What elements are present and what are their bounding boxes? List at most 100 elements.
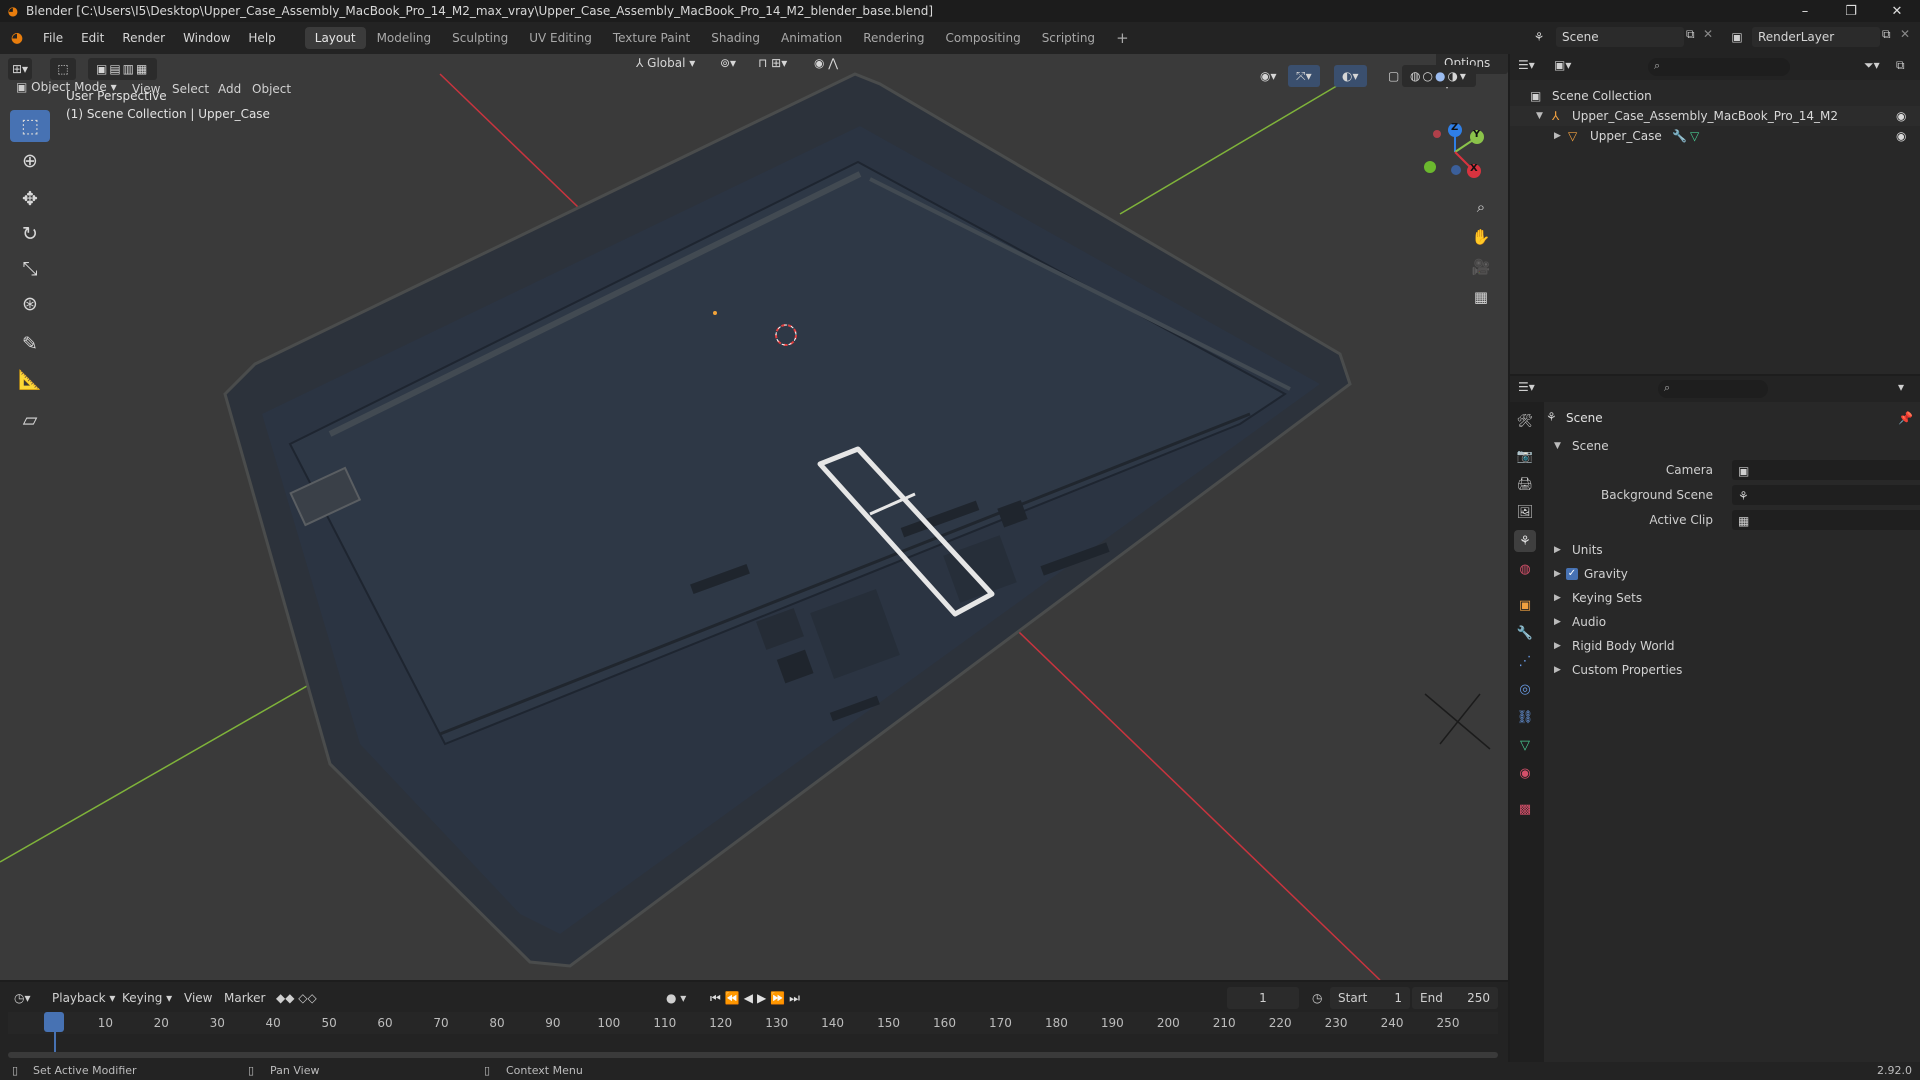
tab-rendering[interactable]: Rendering: [853, 27, 934, 49]
properties-options-icon[interactable]: ▾: [1898, 380, 1904, 394]
playhead[interactable]: [44, 1012, 64, 1032]
texture-tab[interactable]: ▩: [1514, 798, 1536, 820]
visibility-icon[interactable]: ◉▾: [1252, 65, 1285, 87]
record-icon[interactable]: ● ▾: [660, 987, 692, 1009]
visibility-eye-icon[interactable]: ◉: [1896, 106, 1906, 126]
properties-editor-type-icon[interactable]: ☰▾: [1518, 380, 1535, 394]
custom-properties-panel-header[interactable]: ▶ Custom Properties: [1544, 660, 1918, 680]
visibility-eye-icon[interactable]: ◉: [1896, 126, 1906, 146]
keying-menu[interactable]: Keying ▾: [116, 987, 178, 1009]
gizmos-toggle-icon[interactable]: ⤧▾: [1288, 65, 1320, 87]
constraints-tab[interactable]: ⛓: [1514, 706, 1536, 728]
select-box-tool[interactable]: ⬚: [10, 110, 50, 142]
modifiers-tab[interactable]: 🔧: [1514, 622, 1536, 644]
perspective-toggle-button[interactable]: ▦: [1466, 282, 1496, 312]
filter-icon[interactable]: ⏷▾: [1864, 58, 1880, 73]
menu-edit[interactable]: Edit: [72, 22, 113, 54]
transform-orientation[interactable]: ⅄ Global ▾: [628, 54, 703, 74]
overlays-toggle-icon[interactable]: ◐▾: [1334, 65, 1367, 87]
outliner-search-input[interactable]: ⌕: [1648, 58, 1790, 76]
viewport-menu-add[interactable]: Add: [218, 82, 241, 96]
menu-help[interactable]: Help: [239, 22, 284, 54]
viewport-menu-object[interactable]: Object: [252, 82, 291, 96]
gizmo-z-label[interactable]: Z: [1451, 122, 1458, 133]
viewport-menu-select[interactable]: Select: [172, 82, 209, 96]
camera-field[interactable]: ▣ ✒: [1732, 460, 1920, 480]
tool-tab[interactable]: 🛠: [1514, 410, 1536, 432]
timeline-editor-type-icon[interactable]: ◷▾: [8, 987, 37, 1009]
tab-texture-paint[interactable]: Texture Paint: [603, 27, 700, 49]
start-frame-field[interactable]: Start 1: [1330, 987, 1410, 1009]
pin-icon[interactable]: 📌: [1898, 411, 1913, 425]
gizmo-x-label[interactable]: X: [1470, 163, 1478, 174]
world-tab[interactable]: ◍: [1514, 558, 1536, 580]
gizmo-y-label[interactable]: Y: [1473, 129, 1480, 140]
mesh-data-icon[interactable]: ▽: [1690, 126, 1699, 146]
particles-tab[interactable]: ⋰: [1514, 650, 1536, 672]
units-panel-header[interactable]: ▶ Units: [1544, 540, 1918, 560]
expand-arrow-icon[interactable]: ▶: [1554, 126, 1561, 146]
tab-compositing[interactable]: Compositing: [935, 27, 1030, 49]
outliner-row-assembly[interactable]: ▼ ⅄ Upper_Case_Assembly_MacBook_Pro_14_M…: [1510, 106, 1920, 126]
display-mode-icon[interactable]: ▣▾: [1554, 58, 1571, 72]
transform-tool[interactable]: ⊛: [10, 288, 50, 320]
view-layer-tab[interactable]: 🖼: [1514, 501, 1536, 523]
tab-modeling[interactable]: Modeling: [367, 27, 442, 49]
new-collection-icon[interactable]: ⧉: [1896, 58, 1905, 73]
data-tab[interactable]: ▽: [1514, 734, 1536, 756]
tab-sculpting[interactable]: Sculpting: [442, 27, 518, 49]
move-tool[interactable]: ✥: [10, 183, 50, 215]
background-scene-field[interactable]: ⚘: [1732, 485, 1920, 505]
timeline-menu-marker[interactable]: Marker: [218, 987, 271, 1009]
cursor-tool[interactable]: ⊕: [10, 145, 50, 177]
playback-menu[interactable]: Playback ▾: [46, 987, 121, 1009]
physics-tab[interactable]: ◎: [1514, 678, 1536, 700]
gravity-panel-header[interactable]: ▶ ✓ Gravity: [1544, 564, 1918, 584]
close-window-button[interactable]: ✕: [1874, 0, 1920, 22]
blender-menu-icon[interactable]: ◕: [0, 30, 34, 46]
tab-uv-editing[interactable]: UV Editing: [519, 27, 602, 49]
menu-render[interactable]: Render: [113, 22, 174, 54]
3d-viewport[interactable]: Z Y X ⊞▾ ⬚ ▣▤▥▦ ▣ Object Mode ▾ View Sel…: [0, 54, 1508, 980]
properties-search-input[interactable]: ⌕: [1658, 380, 1768, 398]
delete-scene-icon[interactable]: ✕: [1703, 27, 1713, 41]
add-workspace-button[interactable]: +: [1106, 27, 1139, 49]
delete-view-layer-icon[interactable]: ✕: [1900, 27, 1910, 41]
outliner-row-scene-collection[interactable]: ▣ Scene Collection: [1510, 86, 1920, 106]
scale-tool[interactable]: ⤡: [10, 253, 50, 285]
rigid-body-world-panel-header[interactable]: ▶ Rigid Body World: [1544, 636, 1918, 656]
output-tab[interactable]: 🖨: [1514, 473, 1536, 495]
new-view-layer-icon[interactable]: ⧉: [1882, 27, 1891, 42]
menu-window[interactable]: Window: [174, 22, 239, 54]
tab-layout[interactable]: Layout: [304, 27, 366, 49]
menu-file[interactable]: File: [34, 22, 72, 54]
render-tab[interactable]: 📷: [1514, 445, 1536, 467]
pivot-point-icon[interactable]: ⊚▾: [712, 54, 744, 74]
maximize-button[interactable]: ❐: [1828, 0, 1874, 22]
camera-view-button[interactable]: 🎥: [1466, 252, 1496, 282]
zoom-view-button[interactable]: ⌕: [1466, 192, 1496, 222]
viewport-scene[interactable]: [0, 54, 1508, 980]
render-layer-field[interactable]: RenderLayer: [1752, 27, 1880, 47]
scene-selector-icon[interactable]: ⚘: [1528, 26, 1550, 48]
tab-scripting[interactable]: Scripting: [1032, 27, 1105, 49]
outliner-row-upper-case[interactable]: ▶ ▽ Upper_Case 🔧 ▽ ◉: [1510, 126, 1920, 146]
active-clip-field[interactable]: ▦: [1732, 510, 1920, 530]
snap-icon[interactable]: ⊓ ⊞▾: [750, 54, 795, 74]
material-tab[interactable]: ◉: [1514, 762, 1536, 784]
audio-panel-header[interactable]: ▶ Audio: [1544, 612, 1918, 632]
shading-mode-icons[interactable]: ◍○●◑▾: [1402, 65, 1476, 87]
rotate-tool[interactable]: ↻: [10, 218, 50, 250]
current-frame-field[interactable]: 1: [1227, 987, 1299, 1009]
scene-name-field[interactable]: Scene: [1556, 27, 1684, 47]
proportional-edit-icon[interactable]: ◉ ⋀: [806, 54, 846, 74]
annotate-tool[interactable]: ✎: [10, 328, 50, 360]
add-cube-tool[interactable]: ▱: [10, 404, 50, 436]
object-tab[interactable]: ▣: [1514, 594, 1536, 616]
expand-arrow-icon[interactable]: ▼: [1536, 106, 1543, 126]
measure-tool[interactable]: 📐: [10, 363, 50, 395]
outliner-editor-type-icon[interactable]: ☰▾: [1518, 58, 1535, 72]
minimize-button[interactable]: –: [1782, 0, 1828, 22]
end-frame-field[interactable]: End 250: [1412, 987, 1498, 1009]
scene-panel-header[interactable]: ▼ Scene: [1544, 436, 1918, 456]
